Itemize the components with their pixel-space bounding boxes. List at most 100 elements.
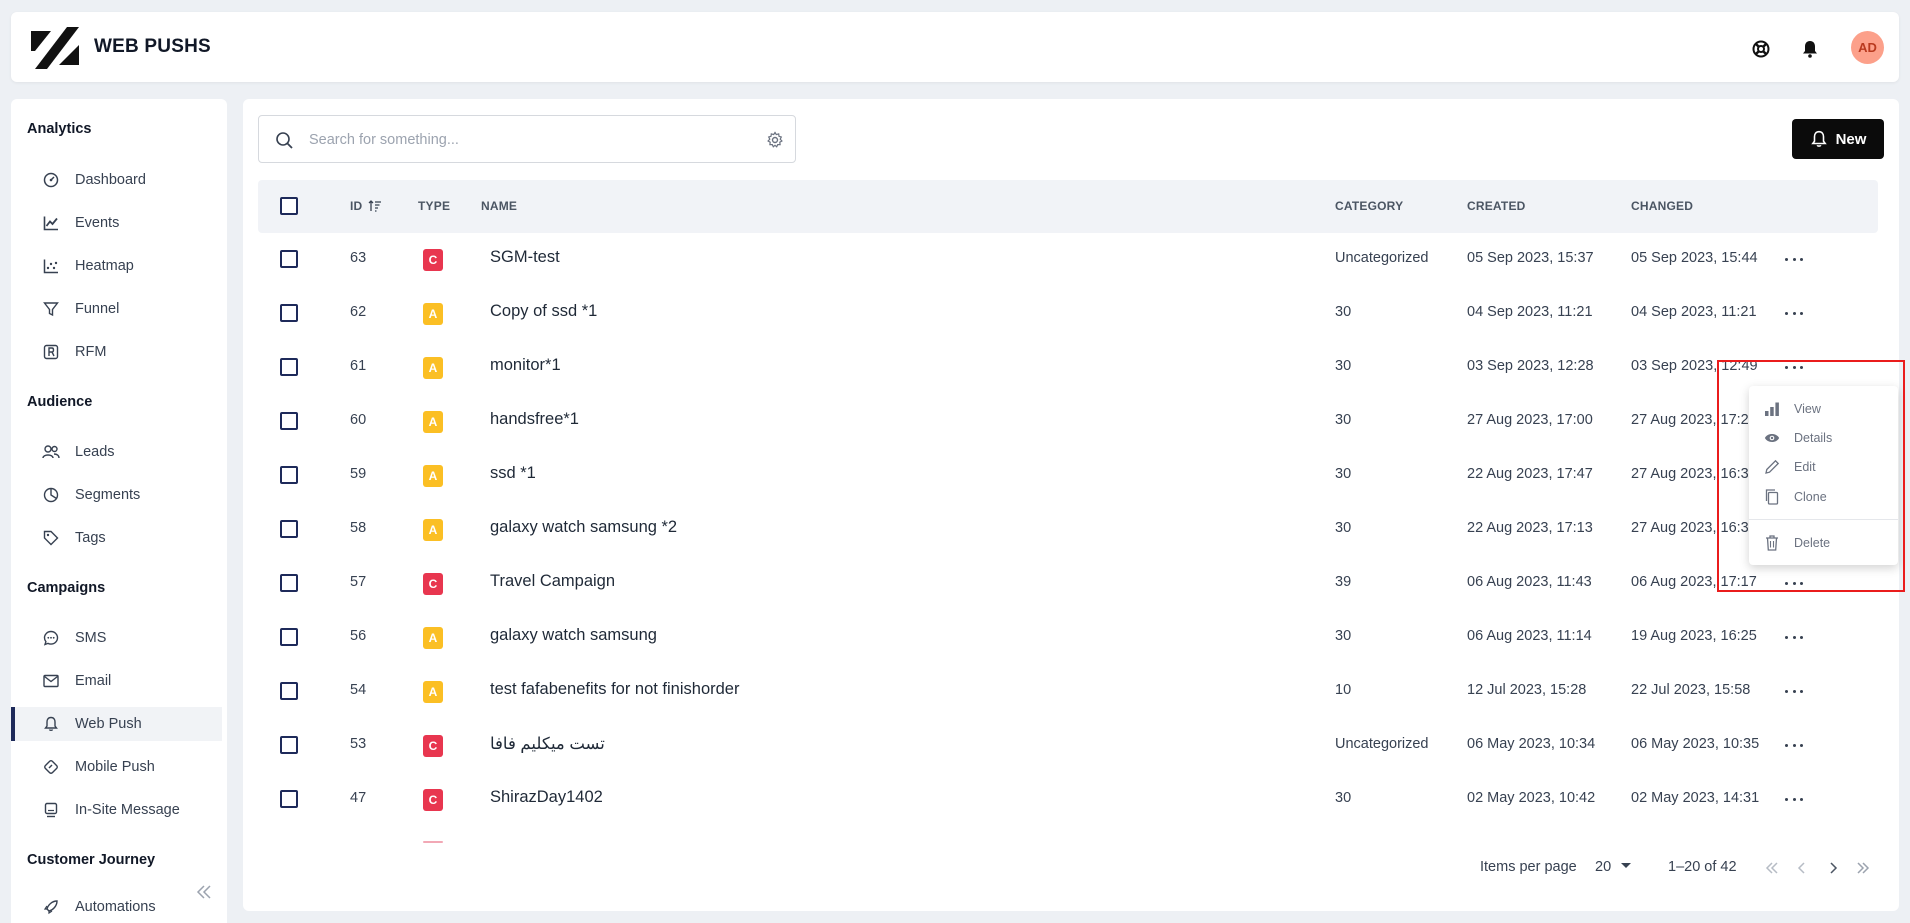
column-header-created: CREATED [1467,199,1526,213]
sidebar-item-label: In-Site Message [75,802,180,818]
sidebar-item-in-site-message[interactable]: In-Site Message [11,793,222,827]
page-size-select[interactable]: 20 [1595,859,1632,875]
sidebar-item-automations[interactable]: Automations [11,890,222,923]
row-checkbox[interactable] [280,520,298,538]
row-name[interactable]: monitor*1 [490,356,561,375]
help-icon[interactable] [1751,39,1771,59]
table-row[interactable]: 63 C SGM-test Uncategorized 05 Sep 2023, 15:… [258,232,1878,286]
sidebar-item-label: Funnel [75,301,120,317]
sidebar-section-campaigns: Campaigns [27,580,106,596]
column-header-id[interactable]: ID [350,199,382,213]
table-row[interactable]: 56 Agalaxy watch samsung 30 06 Aug 2023, 11… [258,610,1878,664]
row-name[interactable]: تست میکلیم فافا [490,734,605,754]
select-all-checkbox[interactable] [280,197,298,215]
more-actions-icon[interactable] [1785,306,1803,320]
more-actions-icon[interactable] [1785,684,1803,698]
table-row[interactable]: 59 Assd *1 30 22 Aug 2023, 17:47 27 Aug 2023… [258,448,1878,502]
search-input[interactable] [309,128,729,152]
row-name[interactable]: galaxy watch samsung *2 [490,518,677,537]
app-logo[interactable] [27,25,83,71]
more-actions-icon[interactable] [1785,630,1803,644]
sidebar-item-web-push[interactable]: Web Push [11,707,222,741]
new-push-button[interactable]: New [1792,119,1884,159]
row-id: 60 [350,412,367,428]
row-id: 62 [350,304,367,320]
more-actions-icon[interactable] [1785,792,1803,806]
row-created: 27 Aug 2023, 17:00 [1467,412,1593,428]
sidebar-item-sms[interactable]: SMS [11,621,222,655]
table-row[interactable]: 47 C ShirazDay1402 30 02 May 2023, 10:42 02 M… [258,772,1878,826]
search-settings-gear-icon[interactable] [766,131,784,154]
row-checkbox[interactable] [280,466,298,484]
row-actions-menu: View Details Edit Clone Delete [1749,386,1898,565]
sidebar-item-segments[interactable]: Segments [11,478,222,512]
table-row[interactable]: 53 C تست میکلیم فافا Uncategorized 06 May 20… [258,718,1878,772]
table-row[interactable]: 60 Ahandsfree*1 30 27 Aug 2023, 17:00 27 Aug… [258,394,1878,448]
next-page-icon[interactable] [1824,859,1842,877]
table-row[interactable]: 61 Amonitor*1 30 03 Sep 2023, 12:28 03 Sep 2… [258,340,1878,394]
row-name[interactable]: galaxy watch samsung [490,626,657,645]
menu-item-clone[interactable]: Clone [1749,484,1898,510]
row-checkbox[interactable] [280,736,298,754]
row-name[interactable]: SGM-test [490,248,560,267]
previous-page-icon[interactable] [1793,859,1811,877]
type-badge: C [423,249,443,271]
sidebar-item-leads[interactable]: Leads [11,435,222,469]
mail-icon [42,672,60,690]
more-actions-icon[interactable] [1785,738,1803,752]
row-name[interactable]: test fafabenefits for not finishorder [490,680,739,699]
more-actions-icon[interactable] [1785,252,1803,266]
sidebar-item-funnel[interactable]: Funnel [11,292,222,326]
row-created: 03 Sep 2023, 12:28 [1467,358,1594,374]
sidebar-item-tags[interactable]: Tags [11,521,222,555]
menu-item-view[interactable]: View [1749,396,1898,422]
row-name[interactable]: ssd *1 [490,464,536,483]
new-button-label: New [1835,130,1867,148]
row-category: 10 [1335,682,1352,698]
row-created: 06 Aug 2023, 11:14 [1467,628,1592,644]
row-checkbox[interactable] [280,790,298,808]
row-checkbox[interactable] [280,358,298,376]
sidebar-item-rfm[interactable]: RFM [11,335,222,369]
row-name[interactable]: Travel Campaign [490,572,615,591]
row-checkbox[interactable] [280,574,298,592]
row-category: 30 [1335,520,1352,536]
row-name[interactable]: ShirazDay1402 [490,788,603,807]
row-checkbox[interactable] [280,682,298,700]
type-badge: A [423,465,443,487]
top-bar: WEB PUSHS AD [11,12,1899,82]
row-checkbox[interactable] [280,412,298,430]
notification-bell-icon[interactable] [1800,39,1820,59]
type-badge: A [423,627,443,649]
last-page-icon[interactable] [1854,859,1872,877]
row-changed: 27 Aug 2023, 17:2 [1631,412,1749,428]
row-name[interactable]: handsfree*1 [490,410,579,429]
collapse-sidebar-icon[interactable] [194,882,214,902]
row-checkbox[interactable] [280,628,298,646]
sidebar-item-dashboard[interactable]: Dashboard [11,163,222,197]
column-header-category: CATEGORY [1335,199,1404,213]
sidebar-item-email[interactable]: Email [11,664,222,698]
row-name[interactable]: Copy of ssd *1 [490,302,597,321]
rfm-icon [42,343,60,361]
table-row[interactable]: 62 A Copy of ssd *1 30 04 Sep 2023, 11:21 04 … [258,286,1878,340]
row-created: 02 May 2023, 10:42 [1467,790,1596,806]
app-title: WEB PUSHS [94,36,211,57]
menu-item-edit[interactable]: Edit [1749,454,1898,480]
sidebar-item-events[interactable]: Events [11,206,222,240]
sidebar-item-heatmap[interactable]: Heatmap [11,249,222,283]
sort-icon[interactable] [368,200,382,212]
menu-item-details[interactable]: Details [1749,425,1898,451]
more-actions-icon[interactable] [1785,576,1803,590]
table-row[interactable]: 58 Agalaxy watch samsung *2 30 22 Aug 2023,… [258,502,1878,556]
table-row[interactable]: 54 Atest fafabenefits for not finishorder… [258,664,1878,718]
user-avatar[interactable]: AD [1851,31,1884,64]
first-page-icon[interactable] [1763,859,1781,877]
menu-item-delete[interactable]: Delete [1749,530,1898,556]
row-checkbox[interactable] [280,250,298,268]
more-actions-icon[interactable] [1785,360,1803,374]
row-checkbox[interactable] [280,304,298,322]
row-id: 58 [350,520,367,536]
sidebar-item-mobile-push[interactable]: Mobile Push [11,750,222,784]
table-row[interactable]: 57 C Travel Campaign 39 06 Aug 2023, 11:43 06… [258,556,1878,610]
